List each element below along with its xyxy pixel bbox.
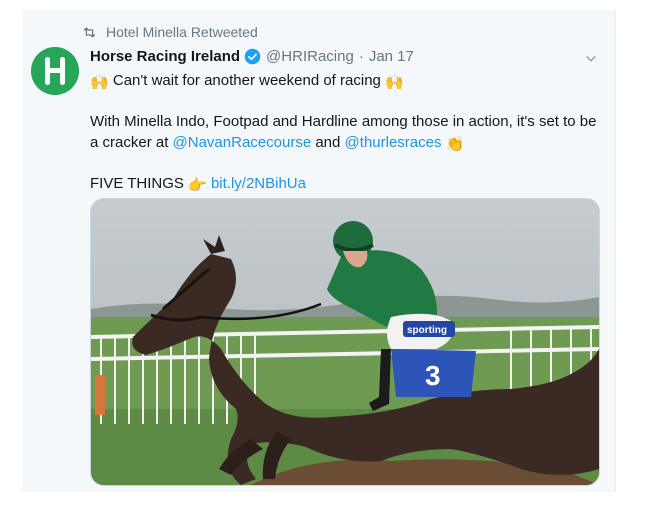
pointing-right-icon: 👉 xyxy=(188,177,207,194)
racehorse-jumping-photo: sporting 3 xyxy=(91,199,599,485)
verified-badge-icon xyxy=(244,48,261,65)
retweet-icon xyxy=(83,27,96,37)
tweet-header: Horse Racing Ireland @HRIRacing · Jan 17 xyxy=(90,48,414,65)
tweet-date[interactable]: Jan 17 xyxy=(369,48,414,65)
author-handle[interactable]: @HRIRacing xyxy=(266,48,354,65)
clapping-hands-icon: 👏 xyxy=(445,136,465,153)
tweet-and-text: and xyxy=(311,134,345,151)
mention-navan[interactable]: @NavanRacecourse xyxy=(173,134,312,151)
tweet-line-1-text: Can't wait for another weekend of racing xyxy=(112,72,381,89)
saddle-cloth-number: 3 xyxy=(425,360,441,391)
tweet-text: 🙌 Can't wait for another weekend of raci… xyxy=(90,70,602,214)
tweet-link[interactable]: bit.ly/2NBihUa xyxy=(211,175,306,192)
tweet-card[interactable]: Hotel Minella Retweeted Horse Racing Ire… xyxy=(22,10,616,492)
retweet-label: Hotel Minella Retweeted xyxy=(106,24,258,40)
tweet-media-photo[interactable]: sporting 3 xyxy=(90,198,600,486)
meta-separator: · xyxy=(358,48,364,65)
sponsor-text: sporting xyxy=(407,325,447,336)
retweet-context[interactable]: Hotel Minella Retweeted xyxy=(82,24,258,40)
mention-thurles[interactable]: @thurlesraces xyxy=(345,134,442,151)
tweet-line-1: 🙌 Can't wait for another weekend of raci… xyxy=(90,70,602,93)
raised-hands-icon: 🙌 xyxy=(90,74,109,91)
tweet-line-3-text: FIVE THINGS xyxy=(90,175,184,192)
tweet-line-2: With Minella Indo, Footpad and Hardline … xyxy=(90,111,602,155)
raised-hands-icon: 🙌 xyxy=(385,74,404,91)
tweet-line-3: FIVE THINGS 👉 bit.ly/2NBihUa xyxy=(90,173,602,196)
avatar[interactable] xyxy=(31,47,79,95)
author-name[interactable]: Horse Racing Ireland xyxy=(90,48,240,65)
chevron-down-icon[interactable] xyxy=(584,52,598,66)
hri-logo-icon xyxy=(31,47,79,95)
